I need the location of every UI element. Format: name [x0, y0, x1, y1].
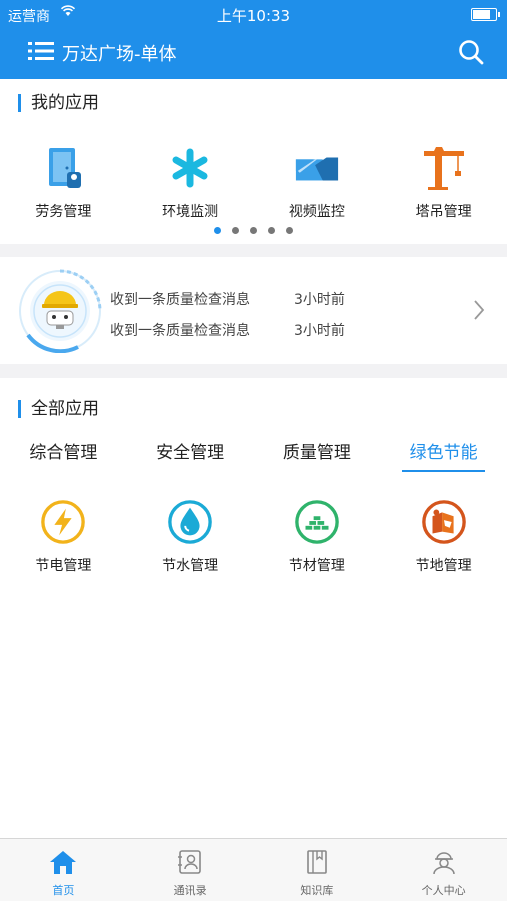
tab-comprehensive[interactable]: 综合管理 [0, 438, 127, 472]
tabbar-label: 个人中心 [421, 884, 466, 897]
message-item[interactable]: 收到一条质量检查消息 3小时前 [110, 320, 345, 340]
tab-quality[interactable]: 质量管理 [254, 438, 381, 472]
app-label: 环境监测 [162, 204, 219, 220]
page-dot[interactable] [214, 227, 221, 234]
app-header: 运营商 上午10:33 万达广场-单体 [0, 0, 507, 79]
my-apps-section: 我的应用 劳务管理 环境监测 视频监控 塔吊管理 [0, 79, 507, 244]
app-label: 节材管理 [288, 558, 345, 574]
message-time: 3小时前 [294, 323, 345, 339]
app-label: 塔吊管理 [415, 204, 472, 220]
message-item[interactable]: 收到一条质量检查消息 3小时前 [110, 289, 345, 309]
tower-crane-icon [421, 145, 467, 191]
app-label: 劳务管理 [35, 204, 92, 220]
all-apps-section: 全部应用 综合管理 安全管理 质量管理 绿色节能 节电管理 节水管理 节材管理 [0, 378, 507, 838]
my-apps-title: 我的应用 [18, 94, 99, 112]
water-drop-icon [167, 499, 213, 545]
app-power-saving[interactable]: 节电管理 [0, 499, 127, 575]
app-tower-crane[interactable]: 塔吊管理 [380, 145, 507, 221]
status-time: 上午10:33 [216, 7, 291, 25]
app-label: 节水管理 [162, 558, 219, 574]
page-dot[interactable] [268, 227, 275, 234]
status-bar: 运营商 上午10:33 [0, 0, 507, 28]
chevron-right-icon[interactable] [473, 299, 485, 321]
message-time: 3小时前 [294, 292, 345, 308]
category-tabs: 综合管理 安全管理 质量管理 绿色节能 [0, 438, 507, 472]
home-icon [49, 849, 77, 879]
lightning-icon [40, 499, 86, 545]
land-icon [421, 499, 467, 545]
robot-avatar-icon [18, 269, 102, 354]
tabbar-contacts[interactable]: 通讯录 [127, 839, 254, 901]
page-dot[interactable] [232, 227, 239, 234]
app-environment-monitoring[interactable]: 环境监测 [127, 145, 254, 221]
app-material-saving[interactable]: 节材管理 [254, 499, 381, 575]
message-section[interactable]: 收到一条质量检查消息 3小时前 收到一条质量检查消息 3小时前 [0, 257, 507, 364]
app-video-surveillance[interactable]: 视频监控 [254, 145, 381, 221]
contacts-icon [176, 849, 204, 879]
search-icon[interactable] [457, 38, 485, 66]
message-text: 收到一条质量检查消息 [110, 323, 250, 339]
all-apps-title: 全部应用 [18, 400, 99, 418]
app-label: 节电管理 [35, 558, 92, 574]
tabbar-home[interactable]: 首页 [0, 839, 127, 901]
message-text: 收到一条质量检查消息 [110, 292, 250, 308]
app-label: 节地管理 [415, 558, 472, 574]
worker-profile-icon [430, 849, 458, 879]
app-label: 视频监控 [288, 204, 345, 220]
app-labor-management[interactable]: 劳务管理 [0, 145, 127, 221]
bottom-tab-bar: 首页 通讯录 知识库 个人中心 [0, 838, 507, 901]
tab-safety[interactable]: 安全管理 [127, 438, 254, 472]
page-dot[interactable] [250, 227, 257, 234]
page-indicator[interactable] [0, 227, 507, 234]
tabbar-knowledge-base[interactable]: 知识库 [254, 839, 381, 901]
asterisk-icon [167, 145, 213, 191]
tab-green-energy[interactable]: 绿色节能 [380, 438, 507, 472]
page-dot[interactable] [286, 227, 293, 234]
nav-bar: 万达广场-单体 [0, 28, 507, 79]
door-worker-icon [40, 145, 86, 191]
battery-icon [471, 8, 500, 21]
app-water-saving[interactable]: 节水管理 [127, 499, 254, 575]
page-title: 万达广场-单体 [62, 44, 177, 65]
app-land-saving[interactable]: 节地管理 [380, 499, 507, 575]
tabbar-label: 通讯录 [173, 884, 207, 897]
menu-icon[interactable] [28, 40, 54, 62]
tabbar-label: 首页 [52, 884, 75, 897]
tabbar-label: 知识库 [300, 884, 334, 897]
bricks-icon [294, 499, 340, 545]
camera-icon [294, 145, 340, 191]
tabbar-profile[interactable]: 个人中心 [380, 839, 507, 901]
book-icon [303, 849, 331, 879]
